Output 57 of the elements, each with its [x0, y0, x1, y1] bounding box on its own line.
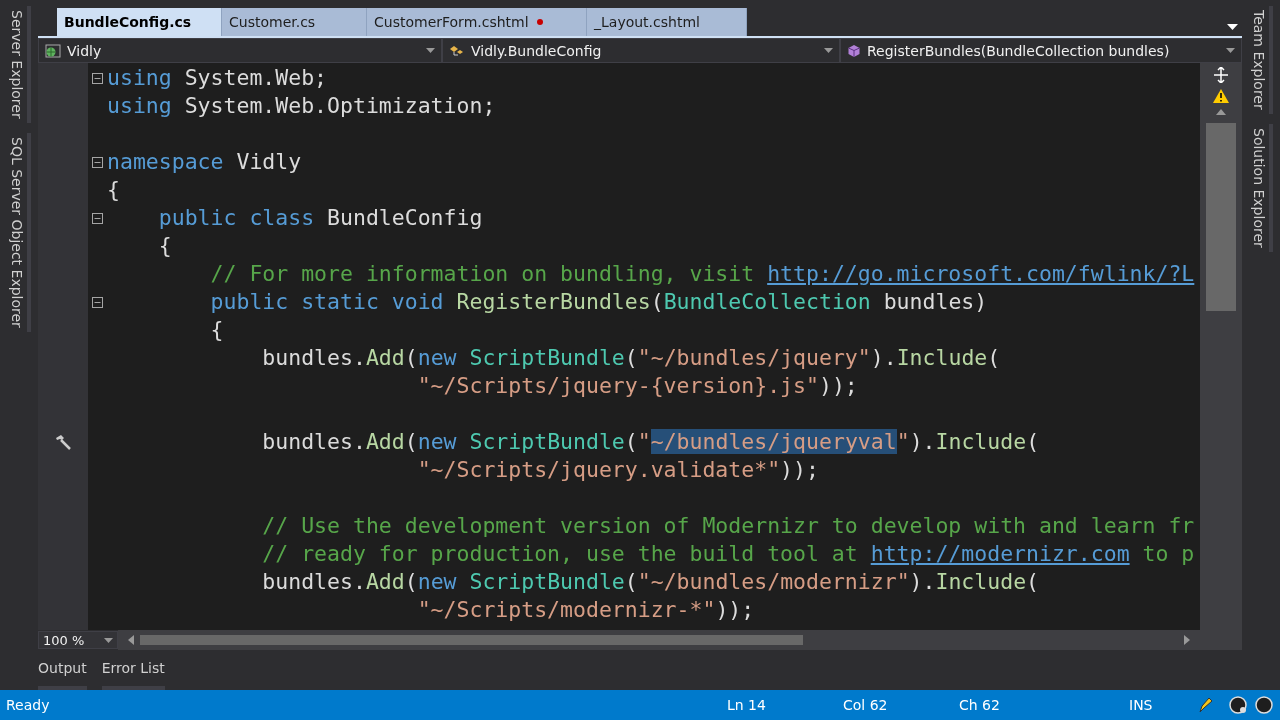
scrollbar-thumb[interactable]	[1206, 123, 1236, 311]
notification-icon[interactable]	[1228, 695, 1248, 715]
class-icon	[449, 43, 465, 58]
cube-icon	[847, 43, 861, 58]
collapse-icon[interactable]	[92, 212, 103, 224]
code-line: public static void RegisterBundles(BundleCollection bundles)	[209, 288, 988, 316]
code-line: {	[209, 316, 224, 344]
insert-mode: INS	[1129, 697, 1154, 713]
code-line: bundles.Add(new ScriptBundle("~/bundles/jqueryval").Include(	[261, 428, 1040, 456]
code-line: {	[157, 232, 172, 260]
member-dropdown[interactable]: RegisterBundles(BundleCollection bundles)	[840, 38, 1242, 63]
split-icon[interactable]	[1214, 67, 1228, 83]
code-line: // Use the development version of Modernizr to develop with and learn fr	[261, 512, 1195, 540]
hammer-icon[interactable]	[54, 433, 72, 451]
scroll-up-icon[interactable]	[1216, 109, 1226, 115]
warning-icon	[1213, 89, 1229, 103]
char-number: Ch 62	[959, 697, 1001, 713]
type-dropdown[interactable]: Vidly.BundleConfig	[442, 38, 840, 63]
code-line: namespace Vidly	[107, 148, 302, 176]
scroll-left-icon[interactable]	[128, 635, 134, 645]
document-tab[interactable]: BundleConfig.cs	[57, 8, 222, 36]
column-number: Col 62	[843, 697, 889, 713]
code-line: using System.Web.Optimization;	[107, 92, 496, 120]
tab-label: _Layout.cshtml	[594, 14, 700, 30]
tab-label: BundleConfig.cs	[64, 14, 192, 30]
document-tab[interactable]: _Layout.cshtml	[587, 8, 747, 36]
tool-window-tab[interactable]: Team Explorer	[1249, 6, 1273, 114]
code-line: // For more information on bundling, visit http://go.microsoft.com/fwlink/?L	[209, 260, 1195, 288]
collapse-icon[interactable]	[92, 72, 103, 84]
code-line: "~/Scripts/jquery-{version}.js"));	[416, 372, 858, 400]
code-line: bundles.Add(new ScriptBundle("~/bundles/modernizr").Include(	[261, 568, 1040, 596]
collapse-icon[interactable]	[92, 156, 103, 168]
pen-icon[interactable]	[1196, 696, 1214, 714]
tab-label: CustomerForm.cshtml	[374, 14, 529, 30]
dropdown-arrow-icon[interactable]	[1227, 24, 1238, 30]
code-line: public class BundleConfig	[157, 204, 483, 232]
code-line: "~/Scripts/jquery.validate*"));	[416, 456, 819, 484]
tool-window-tab[interactable]: SQL Server Object Explorer	[7, 132, 31, 332]
code-line: {	[107, 176, 120, 204]
feedback-icon[interactable]	[1254, 695, 1274, 715]
status-message: Ready	[6, 697, 51, 713]
code-line: bundles.Add(new ScriptBundle("~/bundles/jquery").Include(	[261, 344, 1001, 372]
collapse-icon[interactable]	[92, 296, 103, 308]
scrollbar-thumb[interactable]	[140, 635, 803, 645]
tool-window-tab[interactable]: Solution Explorer	[1249, 123, 1273, 252]
tab-label: Customer.cs	[229, 14, 316, 30]
code-line: using System.Web;	[107, 64, 328, 92]
code-line: "~/Scripts/modernizr-*"));	[416, 596, 755, 624]
document-tab[interactable]: CustomerForm.cshtml	[367, 8, 587, 36]
scroll-right-icon[interactable]	[1184, 635, 1190, 645]
zoom-dropdown[interactable]: 100 %	[38, 631, 118, 649]
web-project-icon	[45, 43, 61, 58]
project-dropdown[interactable]: Vidly	[38, 38, 442, 63]
document-tab[interactable]: Customer.cs	[222, 8, 367, 36]
code-line: // ready for production, use the build tool at http://modernizr.com to p	[261, 540, 1195, 568]
tool-window-tab[interactable]: Server Explorer	[7, 6, 31, 123]
line-number: Ln 14	[727, 697, 767, 713]
